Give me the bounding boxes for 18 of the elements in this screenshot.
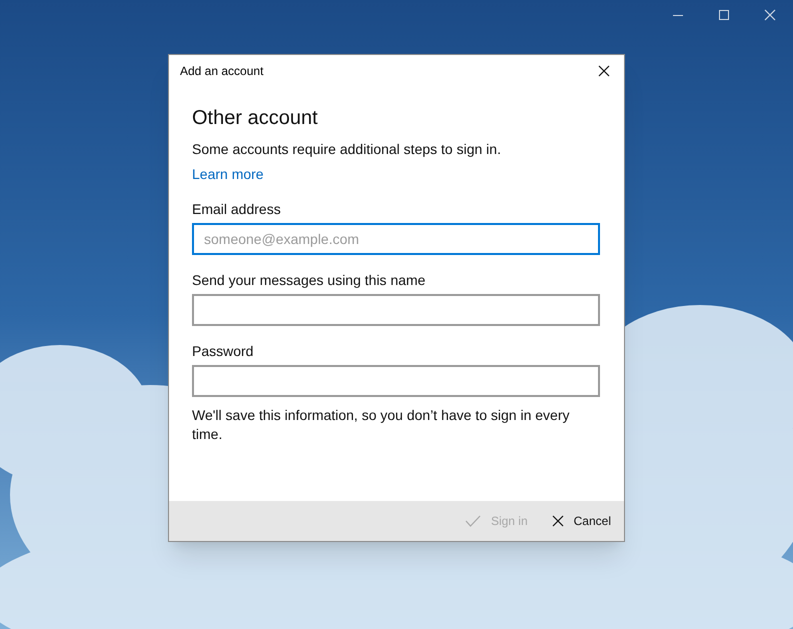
dialog-heading: Other account [192,106,319,131]
maximize-icon [719,10,729,20]
field-label: Send your messages using this name [192,271,426,290]
input-field[interactable] [192,365,600,397]
input-field[interactable]: someone@example.com [192,223,600,255]
dialog-title: Add an account [180,63,264,80]
close-icon [552,515,564,527]
field-label: Password [192,342,254,361]
info-text: We'll save this information, so you don’t have to sign in every time. [192,406,570,444]
intro-text: Some accounts require additional steps to sign in. [192,140,502,159]
minimize-icon [673,14,683,16]
input-field[interactable] [192,294,600,326]
close-icon [764,9,776,21]
field-label: Email address [192,200,282,219]
checkmark-icon [464,515,481,527]
learn-more-link[interactable]: Learn more [192,164,264,184]
cancel-button[interactable]: Cancel [552,512,611,530]
close-icon [598,65,610,77]
